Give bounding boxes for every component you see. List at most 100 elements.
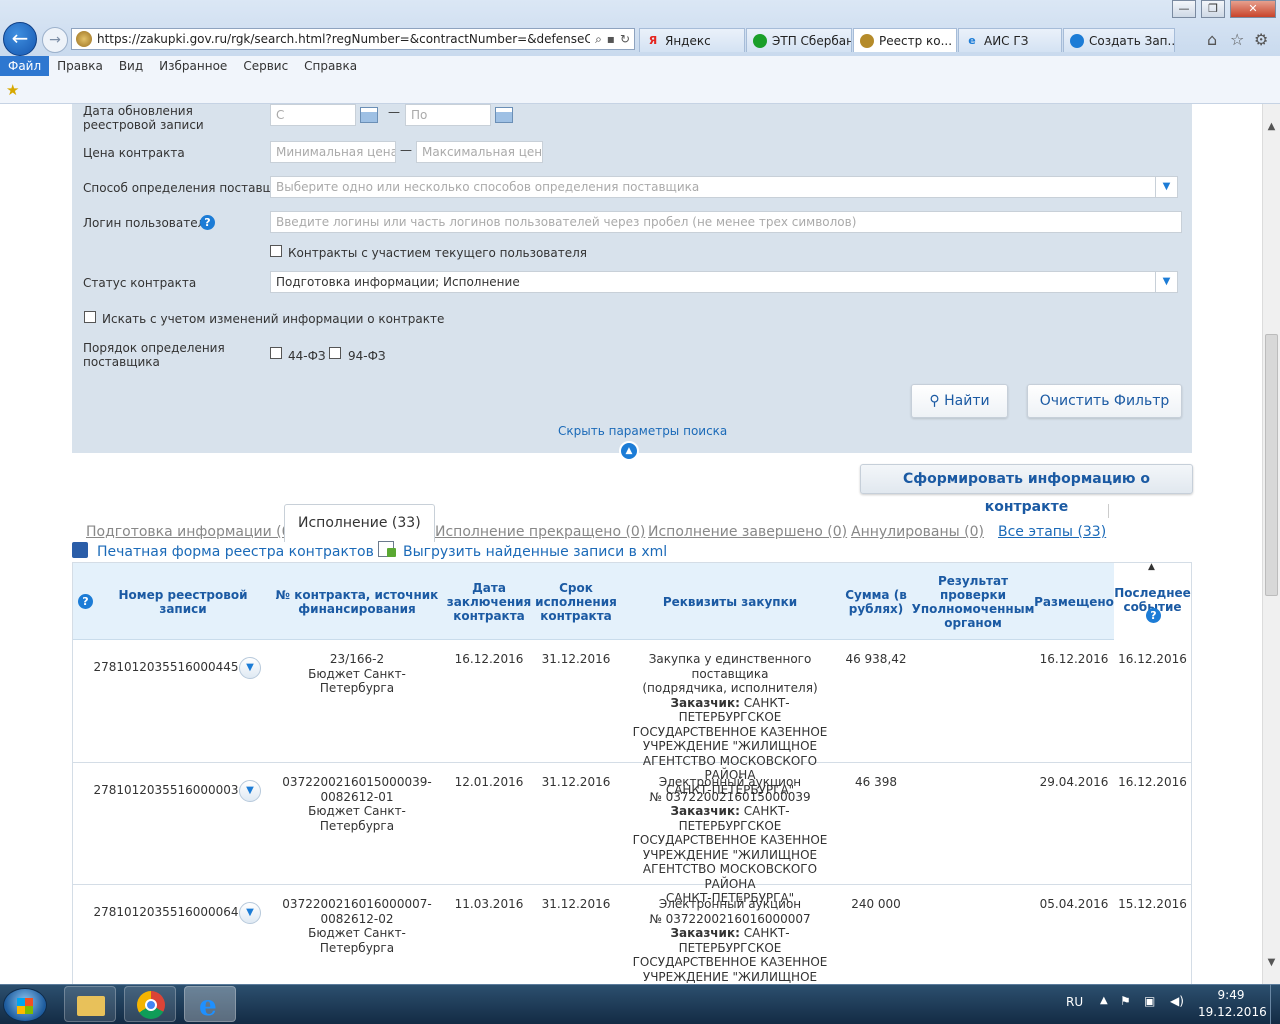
last-event-cell: 15.12.2016 — [1118, 897, 1187, 911]
chrome-taskbar-button[interactable] — [124, 986, 176, 1022]
price-max-input[interactable]: Максимальная цена — [416, 141, 543, 163]
clock-time[interactable]: 9:49 — [1216, 988, 1246, 1002]
settings-gear-icon[interactable]: ⚙ — [1254, 30, 1268, 49]
header-procurement[interactable]: Реквизиты закупки — [621, 563, 839, 640]
menu-help[interactable]: Справка — [296, 56, 365, 76]
address-bar[interactable]: https://zakupki.gov.ru/rgk/search.html?r… — [71, 28, 635, 50]
windows-logo-icon — [17, 998, 33, 1014]
page-content: Дата обновления реестровой записи С — По… — [0, 104, 1262, 984]
show-desktop-button[interactable] — [1270, 984, 1280, 1024]
ie-taskbar-button[interactable]: e — [184, 986, 236, 1022]
date-from-input[interactable]: С — [270, 104, 356, 126]
method-select[interactable]: Выберите одно или несколько способов опр… — [270, 176, 1156, 198]
tab-execution-completed[interactable]: Исполнение завершено (0) — [648, 524, 847, 540]
find-button[interactable]: ⚲ Найти — [911, 384, 1008, 418]
chevron-down-icon[interactable]: ▼ — [239, 657, 261, 679]
tab-all-stages[interactable]: Все этапы (33) — [998, 524, 1106, 540]
maximize-button[interactable]: ❐ — [1201, 0, 1225, 18]
tab-preparation[interactable]: Подготовка информации (0) — [86, 524, 296, 540]
price-dash: — — [400, 143, 412, 157]
network-icon[interactable]: ▣ — [1144, 994, 1155, 1008]
chevron-down-icon[interactable]: ▼ — [1156, 176, 1178, 198]
clock-date[interactable]: 19.12.2016 — [1198, 1005, 1267, 1019]
export-xml-link[interactable]: Выгрузить найденные записи в xml — [403, 544, 667, 560]
calendar-icon[interactable] — [495, 107, 513, 123]
law44-label: 44-ФЗ — [288, 349, 326, 363]
refresh-icon[interactable]: ↻ — [620, 32, 630, 46]
help-icon[interactable]: ? — [1146, 608, 1161, 623]
scroll-down-icon[interactable]: ▼ — [1263, 954, 1280, 971]
language-indicator[interactable]: RU — [1066, 995, 1083, 1009]
chevron-down-icon[interactable]: ▼ — [239, 902, 261, 924]
table-row[interactable]: 2781012035516000445 ▼ 23/166-2 Бюджет Санкт… — [73, 640, 1191, 797]
add-favorites-icon[interactable]: ★ — [6, 81, 19, 99]
placed-date-cell: 29.04.2016 — [1039, 775, 1109, 789]
menu-edit[interactable]: Правка — [49, 56, 111, 76]
clear-filter-button[interactable]: Очистить Фильтр — [1027, 384, 1182, 418]
minimize-button[interactable]: — — [1172, 0, 1196, 18]
help-icon[interactable]: ? — [78, 594, 93, 609]
chevron-down-icon[interactable]: ▼ — [1156, 271, 1178, 293]
login-input[interactable]: Введите логины или часть логинов пользов… — [270, 211, 1182, 233]
chevron-down-icon[interactable]: ▼ — [239, 780, 261, 802]
browser-tab-ais[interactable]: e АИС ГЗ — [958, 28, 1062, 52]
law44-checkbox[interactable] — [270, 347, 282, 359]
reg-number-link[interactable]: 2781012035516000003 — [91, 783, 241, 798]
changes-checkbox[interactable] — [84, 311, 96, 323]
date-to-input[interactable]: По — [405, 104, 491, 126]
tab-execution-stopped[interactable]: Исполнение прекращено (0) — [435, 524, 645, 540]
volume-icon[interactable]: ◀) — [1170, 994, 1184, 1008]
browser-tab-yandex[interactable]: Я Яндекс — [639, 28, 745, 52]
forward-button[interactable]: → — [42, 27, 68, 53]
tab-cancelled[interactable]: Аннулированы (0) — [851, 524, 984, 540]
collapse-up-icon[interactable]: ▲ — [619, 441, 639, 461]
vertical-scrollbar[interactable]: ▲ ▼ — [1262, 104, 1280, 984]
favorites-bar: ★ — [0, 76, 1280, 104]
browser-tab-create[interactable]: Создать Зап... — [1063, 28, 1175, 52]
price-min-input[interactable]: Минимальная цена — [270, 141, 396, 163]
menu-file[interactable]: Файл — [0, 56, 50, 76]
show-hidden-icons-icon[interactable]: ▲ — [1100, 995, 1108, 1006]
back-button[interactable]: ← — [3, 22, 37, 56]
start-button[interactable] — [3, 988, 47, 1022]
header-check-result[interactable]: Результат проверки Уполномоченным органо… — [911, 563, 1035, 640]
header-reg-number[interactable]: Номер реестровой записи — [113, 563, 253, 640]
law94-checkbox[interactable] — [329, 347, 341, 359]
menu-view[interactable]: Вид — [111, 56, 151, 76]
calendar-icon[interactable] — [360, 107, 378, 123]
header-contract-number[interactable]: № контракта, источник финансирования — [273, 563, 441, 640]
tab-execution[interactable]: Исполнение (33) — [284, 504, 435, 542]
current-user-checkbox[interactable] — [270, 245, 282, 257]
scroll-thumb[interactable] — [1265, 334, 1278, 596]
table-row[interactable]: 2781012035516000003 ▼ 0372200216015000039-… — [73, 763, 1191, 905]
close-window-button[interactable]: ✕ — [1230, 0, 1276, 18]
header-conclusion-date[interactable]: Дата заключения контракта — [447, 563, 531, 640]
header-placed[interactable]: Размещено — [1034, 563, 1114, 640]
help-icon[interactable]: ? — [200, 215, 215, 230]
menu-bar: Файл Правка Вид Избранное Сервис Справка — [0, 56, 1280, 76]
scroll-up-icon[interactable]: ▲ — [1263, 118, 1280, 135]
menu-favorites[interactable]: Избранное — [151, 56, 235, 76]
explorer-taskbar-button[interactable] — [64, 986, 116, 1022]
header-amount[interactable]: Сумма (в рублях) — [841, 563, 911, 640]
lock-icon[interactable]: ▪ — [607, 32, 615, 46]
reg-number-link[interactable]: 2781012035516000064 — [91, 905, 241, 920]
search-icon[interactable]: ⌕ — [595, 32, 602, 47]
home-icon[interactable]: ⌂ — [1207, 30, 1217, 49]
browser-tab-sberbank[interactable]: ЭТП Сбербан... — [746, 28, 852, 52]
table-row[interactable]: 2781012035516000064 ▼ 0372200216016000007-… — [73, 885, 1191, 984]
action-center-flag-icon[interactable]: ⚑ — [1120, 994, 1131, 1008]
header-execution-term[interactable]: Срок исполнения контракта — [533, 563, 619, 640]
print-form-link[interactable]: Печатная форма реестра контрактов — [97, 544, 374, 560]
hide-search-params-link[interactable]: Скрыть параметры поиска — [558, 424, 727, 438]
reg-number-link[interactable]: 2781012035516000445 — [91, 660, 241, 675]
contract-number-cell: 0372200216015000039- 0082612-01 Бюджет Сан… — [282, 775, 432, 833]
last-event-cell: 16.12.2016 — [1118, 652, 1187, 666]
form-contract-info-button[interactable]: Сформировать информацию о контракте — [860, 464, 1193, 515]
status-select[interactable]: Подготовка информации; Исполнение — [270, 271, 1156, 293]
favorites-star-icon[interactable]: ☆ — [1230, 30, 1244, 49]
menu-tools[interactable]: Сервис — [235, 56, 296, 76]
ie-icon: e — [968, 33, 976, 47]
sort-up-icon[interactable]: ▲ — [1148, 562, 1155, 572]
browser-tab-registry[interactable]: Реестр ко... — [853, 28, 957, 52]
